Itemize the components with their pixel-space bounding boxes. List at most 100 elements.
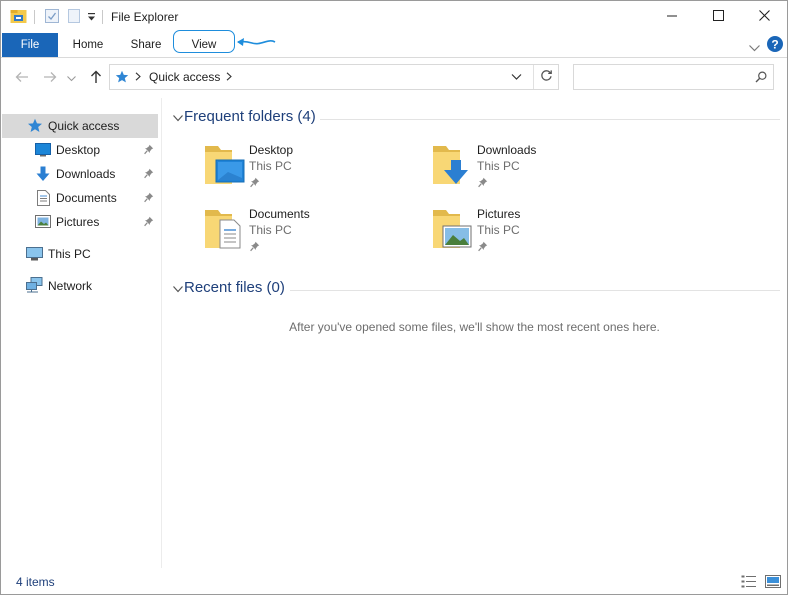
pin-icon[interactable] xyxy=(144,144,154,158)
collapse-chevron-icon[interactable] xyxy=(173,111,183,125)
recent-files-title: Recent files (0) xyxy=(184,279,285,296)
file-explorer-window: File Explorer File Home Share View ? Qui… xyxy=(0,0,788,595)
folder-tile-downloads[interactable]: Downloads This PC xyxy=(432,142,632,194)
pin-icon[interactable] xyxy=(250,177,260,191)
collapse-chevron-icon[interactable] xyxy=(173,282,183,296)
svg-text:?: ? xyxy=(771,37,778,51)
tab-home[interactable]: Home xyxy=(61,33,115,57)
folder-location: This PC xyxy=(477,159,520,173)
address-history-dropdown-icon[interactable] xyxy=(511,71,522,86)
maximize-icon xyxy=(712,10,724,24)
document-icon xyxy=(37,190,50,209)
refresh-button[interactable] xyxy=(533,65,559,89)
large-icons-view-icon[interactable] xyxy=(765,575,781,588)
documents-folder-icon xyxy=(204,206,246,253)
search-icon[interactable] xyxy=(755,71,767,86)
folder-location: This PC xyxy=(249,159,292,173)
title-bar: File Explorer xyxy=(1,1,787,33)
minimize-icon xyxy=(667,10,677,24)
folder-name: Desktop xyxy=(249,143,294,157)
details-view-icon[interactable] xyxy=(741,575,757,588)
search-box[interactable] xyxy=(573,64,774,90)
pin-icon[interactable] xyxy=(478,241,488,255)
up-button[interactable] xyxy=(86,68,106,88)
sidebar-item-documents[interactable]: Documents xyxy=(2,186,158,210)
sidebar-item-label: This PC xyxy=(48,247,91,261)
refresh-icon xyxy=(540,69,553,85)
breadcrumb-separator-icon[interactable] xyxy=(226,72,232,84)
sidebar-item-desktop[interactable]: Desktop xyxy=(2,138,158,162)
ribbon-tab-bar: File Home Share View ? xyxy=(1,30,787,58)
folder-name: Documents xyxy=(249,207,310,221)
desktop-icon xyxy=(35,143,51,160)
sidebar-item-network[interactable]: Network xyxy=(2,274,158,298)
breadcrumb-separator-icon[interactable] xyxy=(135,72,141,84)
recent-locations-chevron-icon xyxy=(66,71,76,85)
status-bar: 4 items xyxy=(1,570,787,594)
breadcrumb-quick-access[interactable]: Quick access xyxy=(149,70,220,84)
sidebar-item-quick-access[interactable]: Quick access xyxy=(2,114,158,138)
properties-icon[interactable] xyxy=(44,8,60,27)
sidebar-item-downloads[interactable]: Downloads xyxy=(2,162,158,186)
navigation-row: Quick access xyxy=(1,58,787,98)
title-divider xyxy=(102,10,103,24)
help-icon[interactable]: ? xyxy=(767,36,783,55)
folder-name: Downloads xyxy=(477,143,537,157)
frequent-folders-title: Frequent folders (4) xyxy=(184,108,316,125)
sidebar-item-label: Pictures xyxy=(56,215,100,229)
forward-button[interactable] xyxy=(40,68,60,88)
folder-location: This PC xyxy=(477,223,520,237)
quick-access-toolbar-divider xyxy=(34,10,35,24)
sidebar-item-label: Quick access xyxy=(48,119,120,133)
downloads-folder-icon xyxy=(432,142,474,189)
search-input[interactable] xyxy=(578,68,747,88)
recent-locations-button[interactable] xyxy=(64,68,78,88)
item-count: 4 items xyxy=(16,575,55,589)
pin-icon[interactable] xyxy=(478,177,488,191)
back-button[interactable] xyxy=(12,68,32,88)
close-button[interactable] xyxy=(741,1,787,33)
sidebar-item-label: Downloads xyxy=(56,167,116,181)
navigation-pane: Quick access Desktop Downloads Documents… xyxy=(1,98,162,568)
group-divider xyxy=(320,119,780,120)
frequent-folders-header[interactable]: Frequent folders (4) xyxy=(170,107,780,129)
sidebar-item-this-pc[interactable]: This PC xyxy=(2,242,158,266)
sidebar-item-label: Documents xyxy=(56,191,117,205)
folder-tile-documents[interactable]: Documents This PC xyxy=(204,206,404,258)
new-folder-icon[interactable] xyxy=(67,8,81,27)
content-pane: Frequent folders (4) Desktop This PC Dow… xyxy=(162,98,787,568)
tab-view[interactable]: View xyxy=(173,30,235,53)
expand-ribbon-chevron-icon[interactable] xyxy=(749,41,760,55)
sidebar-item-label: Desktop xyxy=(56,143,101,157)
tab-share[interactable]: Share xyxy=(119,33,173,57)
recent-files-header[interactable]: Recent files (0) xyxy=(170,278,780,300)
file-explorer-app-icon[interactable] xyxy=(10,8,27,27)
sidebar-item-label: Network xyxy=(48,279,93,293)
minimize-button[interactable] xyxy=(649,1,695,33)
quick-access-star-icon xyxy=(115,70,129,87)
address-bar[interactable]: Quick access xyxy=(109,64,559,90)
pin-icon[interactable] xyxy=(250,241,260,255)
forward-arrow-icon xyxy=(43,71,57,86)
close-icon xyxy=(758,10,770,24)
network-icon xyxy=(26,277,43,296)
download-icon xyxy=(36,166,50,185)
folder-name: Pictures xyxy=(477,207,521,221)
pin-icon[interactable] xyxy=(144,216,154,230)
pin-icon[interactable] xyxy=(144,192,154,206)
pin-icon[interactable] xyxy=(144,168,154,182)
tab-file[interactable]: File xyxy=(2,33,58,57)
maximize-button[interactable] xyxy=(695,1,741,33)
desktop-folder-icon xyxy=(204,142,246,189)
recent-files-empty-message: After you've opened some files, we'll sh… xyxy=(289,320,660,334)
customize-toolbar-dropdown-icon[interactable] xyxy=(87,11,96,25)
pictures-folder-icon xyxy=(432,206,474,253)
group-divider xyxy=(290,290,780,291)
annotation-arrow xyxy=(237,38,276,46)
sidebar-item-pictures[interactable]: Pictures xyxy=(2,210,158,234)
window-title: File Explorer xyxy=(111,10,179,24)
folder-tile-pictures[interactable]: Pictures This PC xyxy=(432,206,632,258)
pictures-icon xyxy=(35,215,51,231)
computer-icon xyxy=(26,247,43,264)
folder-tile-desktop[interactable]: Desktop This PC xyxy=(204,142,404,194)
